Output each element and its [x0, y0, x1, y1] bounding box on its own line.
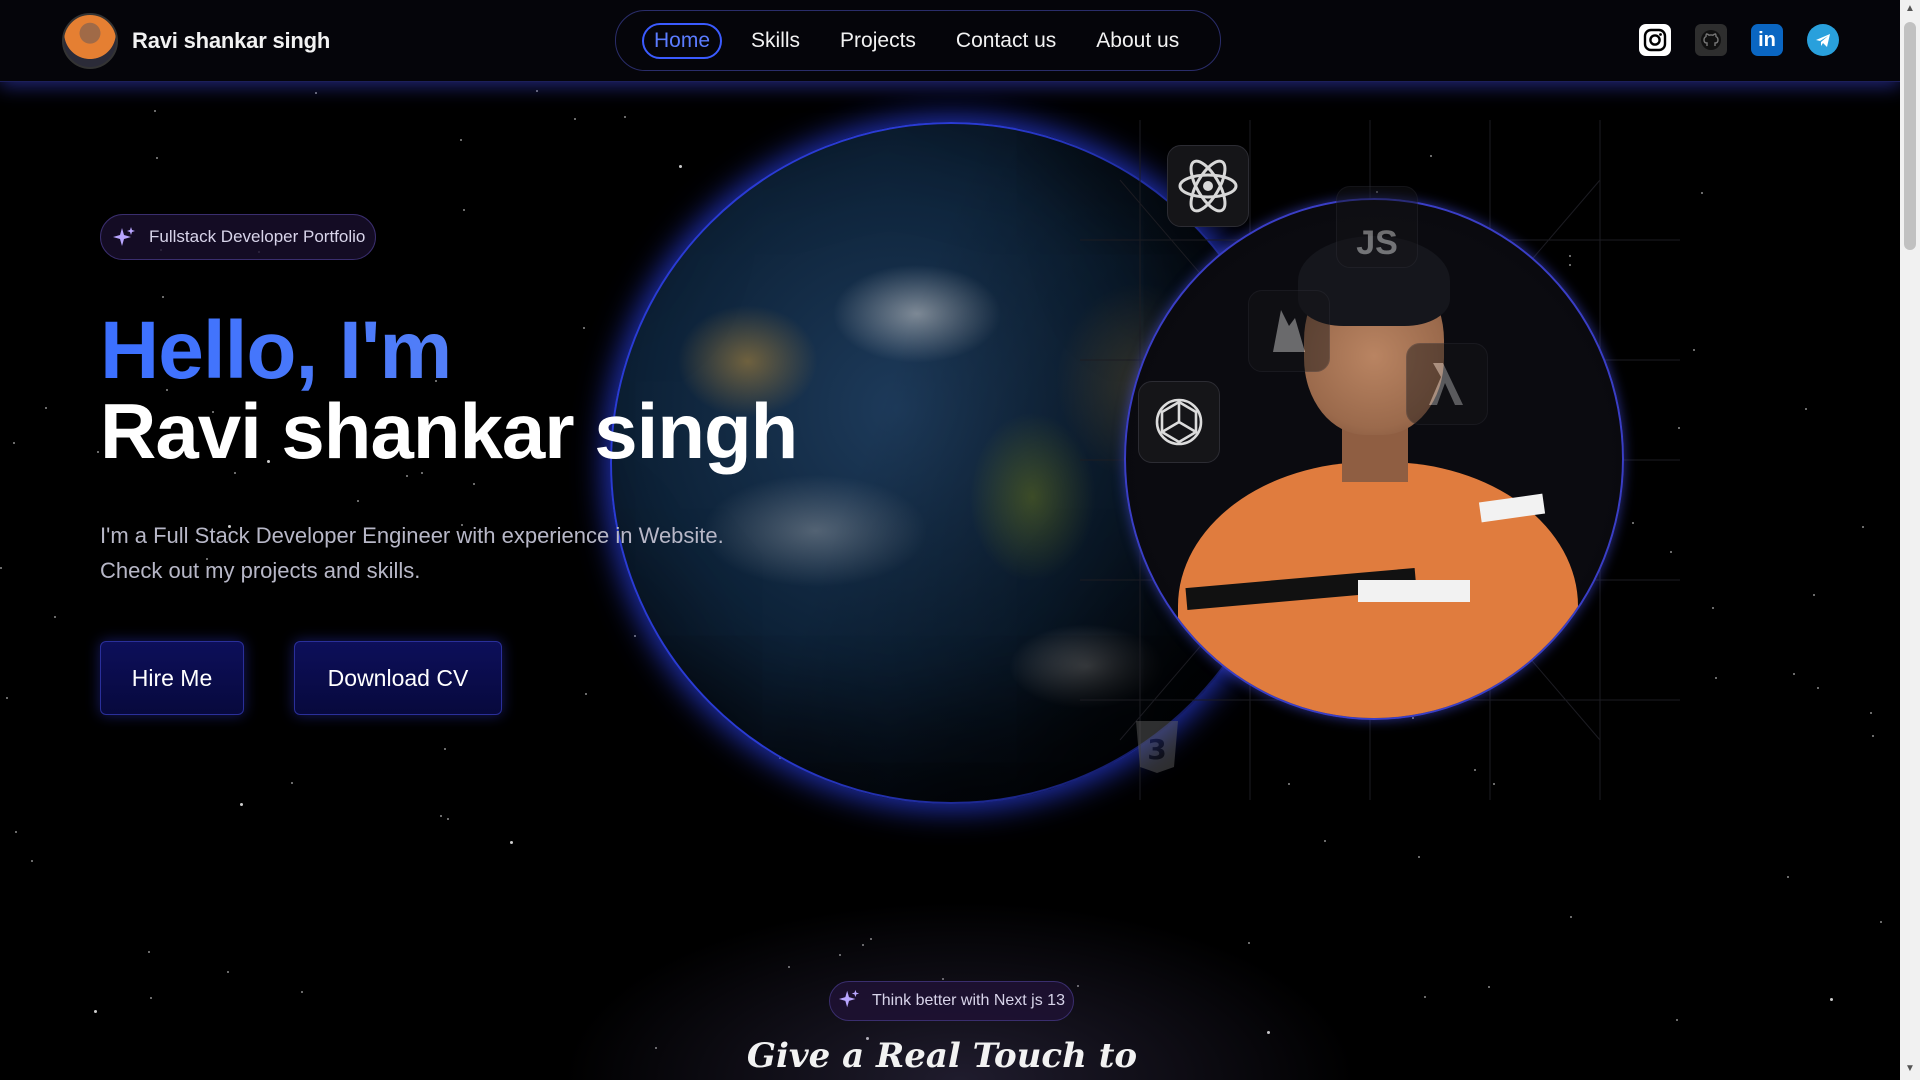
star: [240, 803, 243, 806]
star: [447, 818, 449, 820]
star: [624, 116, 626, 118]
star: [1418, 856, 1420, 858]
star: [15, 831, 17, 833]
brand[interactable]: Ravi shankar singh: [62, 13, 330, 69]
star: [97, 451, 99, 453]
star: [510, 841, 513, 844]
github-icon[interactable]: [1695, 24, 1727, 56]
star: [1830, 998, 1833, 1001]
star: [156, 157, 158, 159]
star: [227, 971, 229, 973]
star: [1872, 735, 1874, 737]
star: [291, 782, 293, 784]
hero-actions: Hire Me Download CV: [100, 641, 820, 715]
star: [460, 139, 462, 141]
tagline-line-2: Check out my projects and skills.: [100, 558, 421, 583]
star: [536, 90, 538, 92]
linkedin-icon[interactable]: in: [1751, 24, 1783, 56]
badge-text: Fullstack Developer Portfolio: [149, 227, 366, 246]
star: [1880, 921, 1882, 923]
star: [1693, 349, 1695, 351]
telegram-icon[interactable]: [1807, 24, 1839, 56]
sparkles-icon: [838, 988, 860, 1015]
main-nav: Home Skills Projects Contact us About us: [615, 10, 1221, 71]
star: [6, 697, 8, 699]
star: [1712, 607, 1714, 609]
portfolio-badge: Fullstack Developer Portfolio: [100, 214, 377, 260]
star: [679, 165, 682, 168]
star: [1870, 712, 1872, 714]
star: [1793, 673, 1795, 675]
react-icon: [1167, 145, 1249, 227]
star: [1805, 408, 1807, 410]
nav-item-skills[interactable]: Skills: [740, 23, 811, 59]
star: [0, 567, 2, 569]
hero-tagline: I'm a Full Stack Developer Engineer with…: [100, 518, 820, 588]
scrollbar-thumb[interactable]: [1904, 22, 1916, 250]
star: [13, 442, 15, 444]
top-navbar: Ravi shankar singh Home Skills Projects …: [0, 0, 1900, 82]
nextjs-badge-text: Think better with Next js 13: [872, 992, 1065, 1009]
star: [1715, 677, 1717, 679]
star: [440, 815, 442, 817]
firebase-icon: [1248, 290, 1330, 372]
star: [1817, 687, 1819, 689]
lambda-icon: [1406, 343, 1488, 425]
star: [148, 951, 150, 953]
nav-item-projects[interactable]: Projects: [829, 23, 927, 59]
nav-item-home[interactable]: Home: [642, 22, 723, 59]
tagline-line-1: I'm a Full Stack Developer Engineer with…: [100, 523, 724, 548]
avatar: [62, 13, 118, 69]
section-heading: Give a Real Touch to: [746, 1036, 1138, 1076]
scroll-up-arrow-icon[interactable]: ▲: [1905, 4, 1915, 14]
star: [301, 991, 303, 993]
hire-me-button[interactable]: Hire Me: [100, 641, 244, 715]
instagram-icon[interactable]: [1639, 24, 1671, 56]
nextjs-badge: Think better with Next js 13: [829, 981, 1074, 1021]
star: [1787, 876, 1789, 878]
star: [94, 1010, 97, 1013]
openai-icon: [1138, 381, 1220, 463]
scroll-down-arrow-icon[interactable]: ▼: [1905, 1064, 1915, 1074]
nav-item-about-us[interactable]: About us: [1085, 23, 1190, 59]
star: [444, 748, 446, 750]
sparkles-icon: [111, 224, 137, 250]
star: [1676, 1019, 1678, 1021]
shirt-stripe: [1358, 580, 1470, 602]
nav-item-contact-us[interactable]: Contact us: [945, 23, 1067, 59]
download-cv-button[interactable]: Download CV: [294, 641, 502, 715]
star: [1488, 986, 1490, 988]
hero-greeting: Hello, I'm: [100, 310, 820, 392]
star: [150, 997, 152, 999]
star: [463, 209, 465, 211]
hero-section: Fullstack Developer Portfolio Hello, I'm…: [100, 214, 820, 715]
svg-text:3: 3: [1147, 733, 1166, 766]
star: [1570, 916, 1572, 918]
star: [1424, 996, 1426, 998]
star: [1813, 594, 1815, 596]
star: [1701, 192, 1703, 194]
page-scrollbar[interactable]: ▲ ▼: [1900, 0, 1920, 1080]
star: [45, 407, 47, 409]
javascript-icon: JS: [1336, 186, 1418, 268]
brand-name: Ravi shankar singh: [132, 28, 331, 53]
star: [154, 110, 156, 112]
star: [31, 860, 33, 862]
star: [574, 118, 576, 120]
star: [1324, 840, 1326, 842]
css3-icon: 3: [1116, 706, 1198, 788]
social-links: in: [1639, 24, 1839, 56]
star: [1862, 526, 1864, 528]
star: [315, 92, 317, 94]
hero-name: Ravi shankar singh: [100, 387, 798, 475]
star: [54, 616, 56, 618]
